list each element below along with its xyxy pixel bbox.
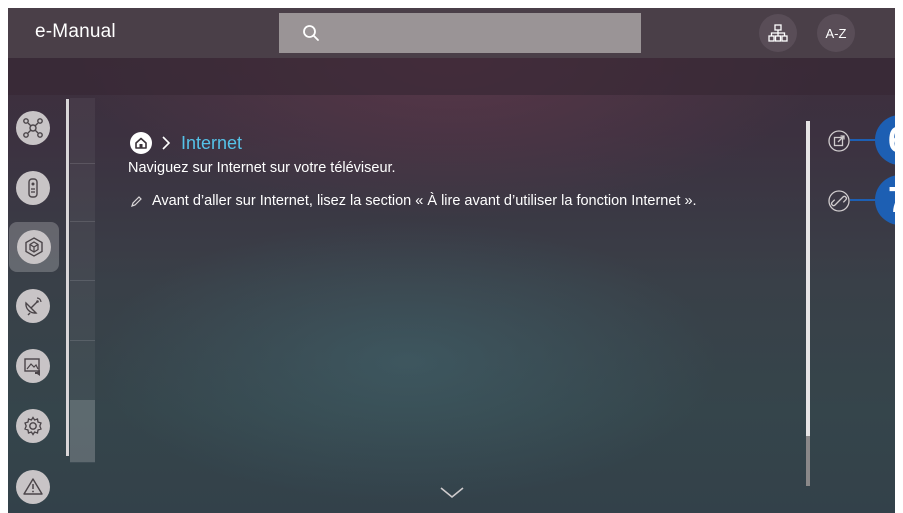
satellite-dish-icon [25,297,42,316]
sub-bar [8,58,895,95]
search-field[interactable] [279,13,641,53]
tab-divider [70,280,95,281]
intro-text: Naviguez sur Internet sur votre télévise… [128,160,396,176]
breadcrumb: Internet [130,131,242,155]
note-row: Avant d’aller sur Internet, lisez la sec… [130,193,697,209]
sidebar-scrollbar[interactable] [66,99,69,456]
sidebar-item-remote[interactable] [16,171,50,205]
picture-sound-icon [24,358,40,376]
tab-divider [70,340,95,341]
sidebar-item-smart-features[interactable] [9,222,59,272]
note-text: Avant d’aller sur Internet, lisez la sec… [152,193,697,209]
tab-highlight [70,400,95,462]
tv-screen: e-Manual A-Z Internet Naviguez sur Inter… [8,8,895,513]
app-title: e-Manual [35,21,116,42]
warning-icon [23,478,43,495]
link-chain-icon [828,190,850,212]
remote-control-icon [28,178,38,198]
sidebar-item-settings[interactable] [16,409,50,443]
chevron-down-icon[interactable] [439,486,465,500]
chevron-right-icon [162,136,171,150]
top-bar: e-Manual A-Z [8,8,895,58]
sidebar-item-troubleshooting[interactable] [16,470,50,504]
connections-icon [23,118,43,138]
search-icon [303,25,319,41]
a-z-button[interactable]: A-Z [817,14,855,52]
open-link-icon [828,130,850,152]
tab-divider [70,221,95,222]
sidebar-item-connections[interactable] [16,111,50,145]
home-button[interactable] [130,132,152,154]
settings-gear-icon [24,416,42,436]
sitemap-button[interactable] [759,14,797,52]
home-icon [135,137,147,149]
tab-divider [70,163,95,164]
smart-features-icon [25,237,43,257]
open-link-button[interactable] [826,128,852,154]
sitemap-icon [768,24,788,42]
sidebar-item-picture-sound[interactable] [16,349,50,383]
content-panel: Internet Naviguez sur Internet sur votre… [98,98,798,513]
breadcrumb-current: Internet [181,132,243,153]
callout-marker: 6 [875,115,895,165]
pencil-note-icon [131,195,142,207]
sidebar-item-broadcast[interactable] [16,289,50,323]
link-button[interactable] [826,188,852,214]
content-scrollbar-thumb[interactable] [806,121,810,436]
callout-marker: 7 [875,175,895,225]
